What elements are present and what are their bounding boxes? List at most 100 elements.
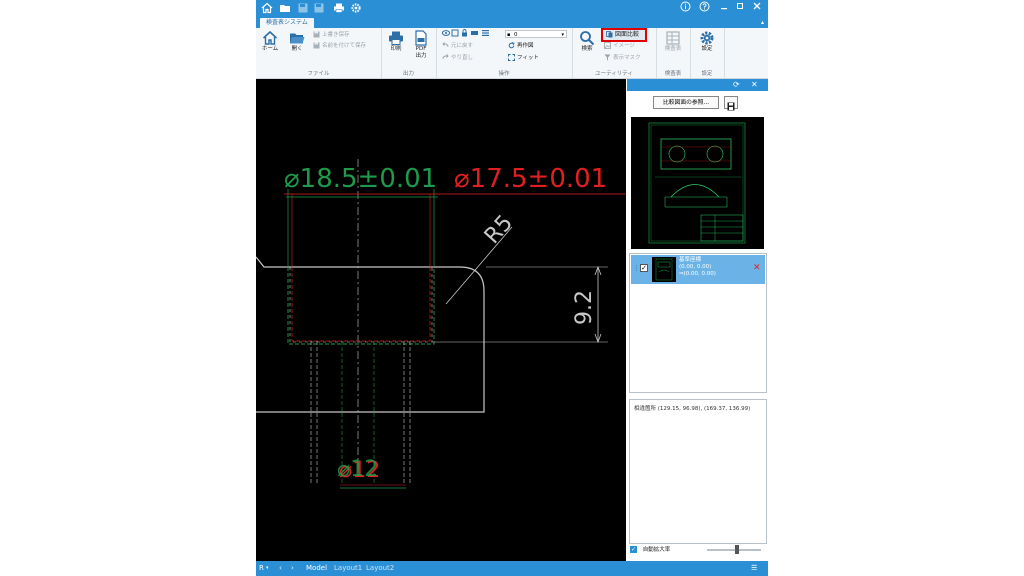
display-mask-button[interactable]: 表示マスク	[604, 53, 641, 63]
home-icon	[262, 30, 278, 46]
maximize-icon[interactable]	[732, 1, 748, 17]
close-icon[interactable]	[749, 1, 765, 17]
ribbon-group-output: 印刷 PDF 出力 出力	[381, 28, 437, 78]
ribbon: ホーム 開く 上書き保存 名前を付けて保存 ファイル 印刷 PDF 出力 出力 …	[256, 28, 768, 79]
chevron-down-icon[interactable]: ▾	[266, 561, 269, 576]
auto-zoom-control: ✓ 自動拡大率	[630, 546, 670, 554]
overwrite-save-label: 上書き保存	[322, 32, 350, 38]
print-button[interactable]: 印刷	[385, 30, 407, 53]
help-icon[interactable]	[696, 1, 712, 17]
visible-checkbox[interactable]: ✓	[640, 264, 648, 272]
compare-icon	[606, 31, 613, 38]
search-label: 検索	[581, 46, 593, 52]
ribbon-tab-row: 検査表システム ▴	[256, 18, 768, 28]
inspection-label: 検査表	[664, 46, 682, 52]
difference-log: 相違箇所 (129.15, 96.98), (169.37, 136.99)	[629, 399, 767, 544]
print-label: 印刷	[390, 46, 402, 52]
image-icon	[604, 42, 611, 49]
operation-group-label: 操作	[498, 71, 510, 77]
view-toggle-icons[interactable]	[441, 29, 497, 39]
gear-icon[interactable]	[349, 2, 363, 16]
compare-label: 図面比較	[615, 31, 640, 38]
redo-icon	[442, 54, 449, 61]
redraw-label: 再作図	[517, 43, 534, 49]
drawing-canvas[interactable]: ⌀18.5±0.01 ⌀17.5±0.01 R5 9.2 ⌀12 ⌀12	[256, 79, 626, 561]
auto-zoom-label: 自動拡大率	[642, 547, 671, 553]
minimize-icon[interactable]	[716, 1, 732, 17]
compare-panel: ⟳ ✕ 比較図面の参照... ⋮ ✓ 基準座標 (0.00, 0.00) ⇒(0…	[627, 79, 768, 561]
home-button[interactable]: ホーム	[259, 30, 281, 53]
layer-color-icon: ▪	[507, 32, 511, 38]
file-group-label: ファイル	[307, 71, 330, 77]
save-compare-button[interactable]	[724, 96, 738, 111]
unit-indicator[interactable]: R	[259, 561, 264, 576]
pdf-label-line1: PDF	[415, 46, 427, 52]
green-bore	[287, 267, 435, 345]
folder-open-icon[interactable]	[278, 2, 292, 16]
menu-icon[interactable]: ☰	[751, 561, 757, 576]
item-coord-origin: (0.00, 0.00)	[679, 264, 712, 270]
status-bar: R ▾ ‹ › Model Layout1 Layout2 ☰	[256, 561, 768, 576]
dim-red-label: ⌀17.5±0.01	[454, 164, 607, 194]
search-icon	[579, 30, 595, 46]
title-bar	[256, 0, 768, 18]
info-icon[interactable]	[677, 1, 693, 17]
auto-zoom-checkbox[interactable]: ✓	[630, 546, 637, 553]
undo-button[interactable]: 元に戻す	[442, 41, 473, 51]
refresh-icon[interactable]: ⟳	[733, 79, 740, 91]
fit-button[interactable]: フィット	[508, 53, 539, 63]
compare-drawings-button[interactable]: 図面比較	[601, 28, 647, 42]
difference-text: 相違箇所 (129.15, 96.98), (169.37, 136.99)	[634, 406, 751, 412]
home-icon[interactable]	[260, 2, 274, 16]
tab-model[interactable]: Model	[306, 561, 327, 576]
redraw-button[interactable]: 再作図	[508, 41, 534, 51]
tab-inspection-system[interactable]: 検査表システム	[260, 18, 314, 28]
home-label: ホーム	[261, 46, 279, 52]
save-as-button[interactable]: 名前を付けて保存	[313, 41, 366, 51]
gear-icon	[699, 30, 715, 46]
dim-bottom-green: ⌀12	[337, 457, 378, 482]
output-group-label: 出力	[402, 71, 414, 77]
ribbon-group-operation: 0 ▾ ▪ 元に戻す やり直し 再作図 フィット 操作	[436, 28, 573, 78]
tab-layout1[interactable]: Layout1	[334, 561, 362, 576]
layer-dropdown[interactable]: 0 ▾ ▪	[505, 30, 567, 38]
print-icon[interactable]	[332, 2, 346, 16]
next-layout-icon[interactable]: ›	[291, 561, 294, 576]
save-as-label: 名前を付けて保存	[322, 43, 367, 49]
close-icon[interactable]: ✕	[751, 79, 758, 91]
print-icon	[388, 30, 404, 46]
fit-label: フィット	[517, 55, 539, 61]
redo-button[interactable]: やり直し	[442, 53, 473, 63]
previous-layout-icon[interactable]: ‹	[279, 561, 282, 576]
tab-layout2[interactable]: Layout2	[366, 561, 394, 576]
height-label: 9.2	[572, 290, 597, 325]
open-button[interactable]: 開く	[286, 30, 308, 53]
radius-label: R5	[480, 211, 518, 250]
dim-green-label: ⌀18.5±0.01	[284, 164, 437, 194]
inspection-button[interactable]: 検査表	[662, 30, 684, 53]
overwrite-save-button[interactable]: 上書き保存	[313, 30, 350, 40]
refresh-icon	[508, 42, 515, 49]
panel-header: ⟳ ✕	[627, 79, 768, 91]
item-coord-target: ⇒(0.00, 0.00)	[679, 271, 716, 277]
image-button[interactable]: イメージ	[604, 41, 635, 51]
ribbon-group-settings: 設定 設定	[690, 28, 725, 78]
zoom-slider-track[interactable]	[707, 545, 761, 554]
search-button[interactable]: 検索	[576, 30, 598, 53]
open-label: 開く	[291, 46, 303, 52]
drag-handle-icon[interactable]: ⋮	[633, 264, 640, 272]
remove-item-icon[interactable]: ✕	[753, 263, 761, 273]
item-title: 基準座標	[679, 257, 702, 263]
inspection-group-label: 検査表	[664, 71, 682, 77]
list-item[interactable]: ⋮ ✓ 基準座標 (0.00, 0.00) ⇒(0.00, 0.00) ✕	[631, 255, 765, 284]
zoom-slider-thumb[interactable]	[734, 545, 739, 554]
ribbon-group-inspection: 検査表 検査表	[656, 28, 691, 78]
settings-button[interactable]: 設定	[696, 30, 718, 53]
ribbon-collapse-icon[interactable]: ▴	[761, 18, 764, 28]
fit-icon	[508, 54, 515, 61]
save-as-icon[interactable]	[312, 2, 326, 16]
reference-drawing-button[interactable]: 比較図面の参照...	[653, 96, 719, 109]
app-window: 検査表システム ▴ ホーム 開く 上書き保存 名前を付けて保存 ファイル 印刷 …	[256, 0, 768, 576]
save-icon[interactable]	[296, 2, 310, 16]
pdf-output-button[interactable]: PDF 出力	[410, 30, 432, 60]
